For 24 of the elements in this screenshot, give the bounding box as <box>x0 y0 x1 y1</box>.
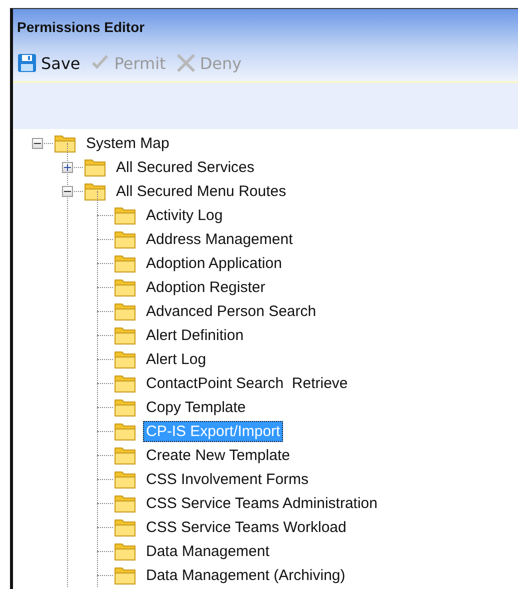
tree-item[interactable]: All Secured Services <box>113 156 258 178</box>
tree-item[interactable]: CSS Service Teams Administration <box>143 492 380 514</box>
tree-item[interactable]: ContactPoint Search Retrieve <box>143 372 351 394</box>
save-button[interactable]: Save <box>15 51 82 75</box>
collapse-icon[interactable] <box>62 186 73 197</box>
tree-item[interactable]: System Map <box>83 132 172 154</box>
tree-item[interactable]: Activity Log <box>143 204 226 226</box>
tree-item[interactable]: CSS Service Teams Workload <box>143 516 350 538</box>
tree-item[interactable]: CSS Involvement Forms <box>143 468 312 490</box>
expand-icon[interactable] <box>62 162 73 173</box>
tree-item[interactable]: Alert Log <box>143 348 210 370</box>
tree-item[interactable]: All Secured Menu Routes <box>113 180 290 202</box>
tree-item[interactable]: Adoption Application <box>143 252 285 274</box>
tree-item[interactable]: Copy Template <box>143 396 249 418</box>
tree-item[interactable]: Create New Template <box>143 444 293 466</box>
tree-item[interactable]: Advanced Person Search <box>143 300 320 322</box>
x-icon <box>176 53 196 73</box>
tree-item[interactable]: Data Management <box>143 540 272 562</box>
tree-item[interactable]: Address Management <box>143 228 296 250</box>
collapse-icon[interactable] <box>32 138 43 149</box>
tree-item[interactable]: Data Management (Archiving) <box>143 564 348 586</box>
tree-item[interactable]: Alert Definition <box>143 324 247 346</box>
tree-item[interactable]: Adoption Register <box>143 276 268 298</box>
window-title: Permissions Editor <box>17 19 145 35</box>
